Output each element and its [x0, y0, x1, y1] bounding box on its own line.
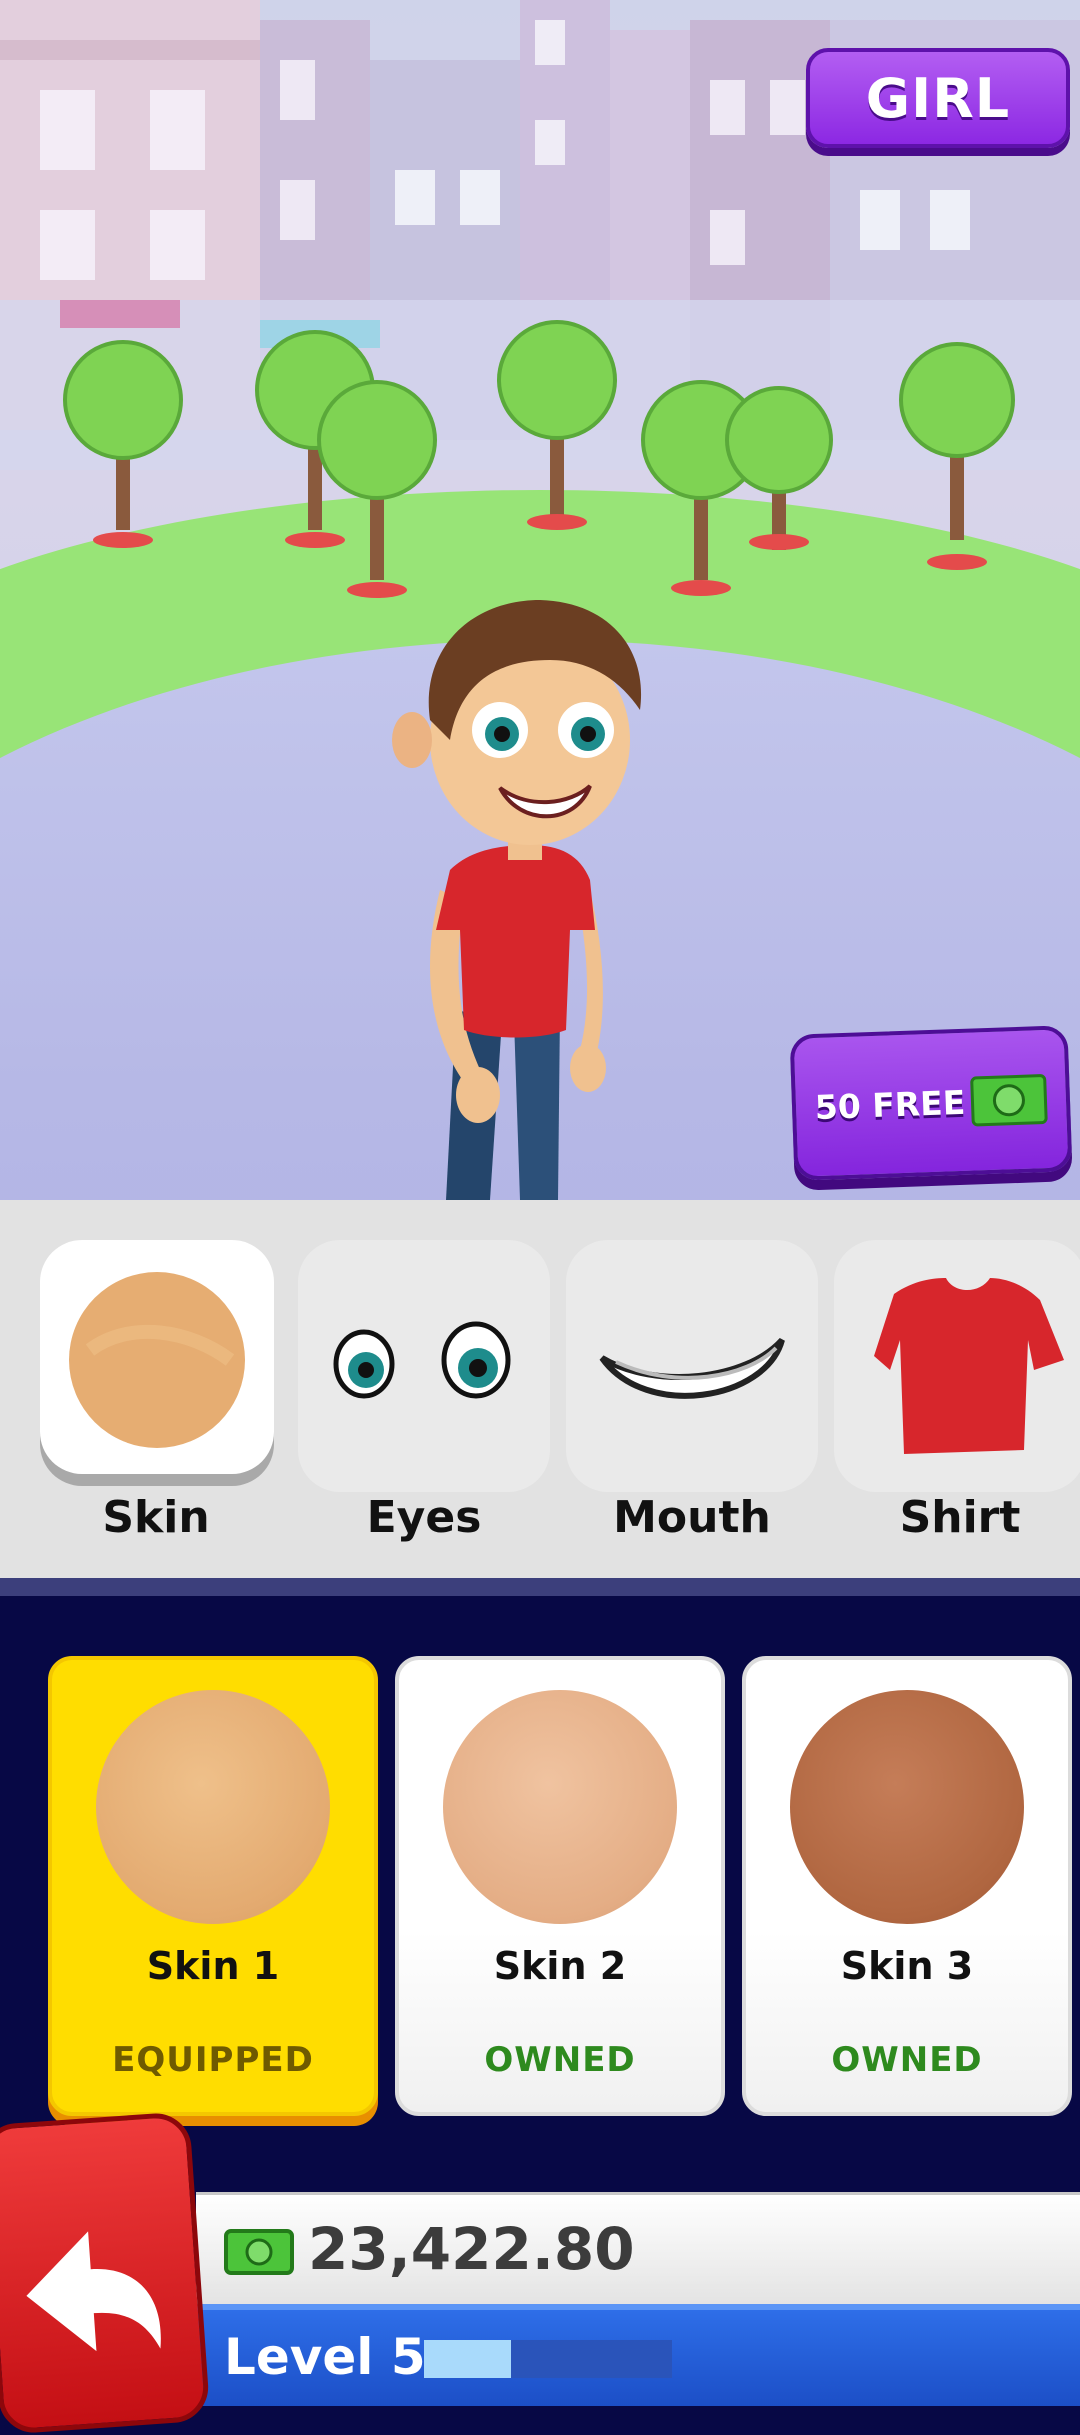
money-amount: 23,422.80 — [308, 2215, 635, 2283]
free-offer-label: 50 FREE — [814, 1082, 966, 1127]
trees — [63, 320, 1015, 598]
level-progress-fill — [424, 2340, 511, 2378]
tab-skin-label: Skin — [102, 1492, 210, 1543]
tab-mouth-label: Mouth — [613, 1492, 771, 1543]
free-money-offer-button[interactable]: 50 FREE — [789, 1025, 1073, 1181]
category-divider — [0, 1578, 1080, 1596]
skin-3-name: Skin 3 — [840, 1944, 974, 1988]
skin-1-status: EQUIPPED — [112, 2040, 314, 2080]
tab-mouth[interactable] — [566, 1240, 818, 1492]
cash-icon — [224, 2229, 294, 2275]
skin-2-name: Skin 2 — [493, 1944, 627, 1988]
shirt-icon — [874, 1278, 1064, 1454]
skin-item-3[interactable]: Skin 3 OWNED — [742, 1656, 1072, 2116]
gender-toggle-button[interactable]: GIRL — [806, 48, 1070, 148]
tab-eyes[interactable] — [298, 1240, 550, 1492]
skin-1-name: Skin 1 — [146, 1944, 280, 1988]
back-arrow-icon — [26, 2231, 161, 2352]
skin-2-swatch — [443, 1690, 677, 1924]
skin-3-swatch — [790, 1690, 1024, 1924]
category-tabs: Skin Eyes Mouth Shirt — [0, 1200, 1080, 1578]
money-bar: 23,422.80 — [196, 2192, 1080, 2307]
back-button[interactable] — [0, 2111, 211, 2435]
eyes-icon — [333, 1321, 511, 1399]
skin-item-1[interactable]: Skin 1 EQUIPPED — [48, 1656, 378, 2116]
skin-3-status: OWNED — [831, 2040, 983, 2080]
skin-1-swatch — [96, 1690, 330, 1924]
skin-swatch-icon — [69, 1272, 245, 1448]
level-progress-track — [424, 2340, 672, 2378]
tab-skin[interactable] — [40, 1240, 274, 1474]
character-avatar — [392, 600, 642, 1200]
cash-icon — [970, 1073, 1049, 1127]
skin-2-status: OWNED — [484, 2040, 636, 2080]
skin-item-2[interactable]: Skin 2 OWNED — [395, 1656, 725, 2116]
level-label: Level 5 — [224, 2328, 426, 2386]
mouth-icon — [599, 1337, 785, 1399]
tab-eyes-label: Eyes — [366, 1492, 482, 1543]
character-preview-scene: GIRL 50 FREE — [0, 0, 1080, 1200]
tab-shirt[interactable] — [834, 1240, 1080, 1492]
level-bar: Level 5 — [196, 2304, 1080, 2406]
tab-shirt-label: Shirt — [899, 1492, 1021, 1543]
